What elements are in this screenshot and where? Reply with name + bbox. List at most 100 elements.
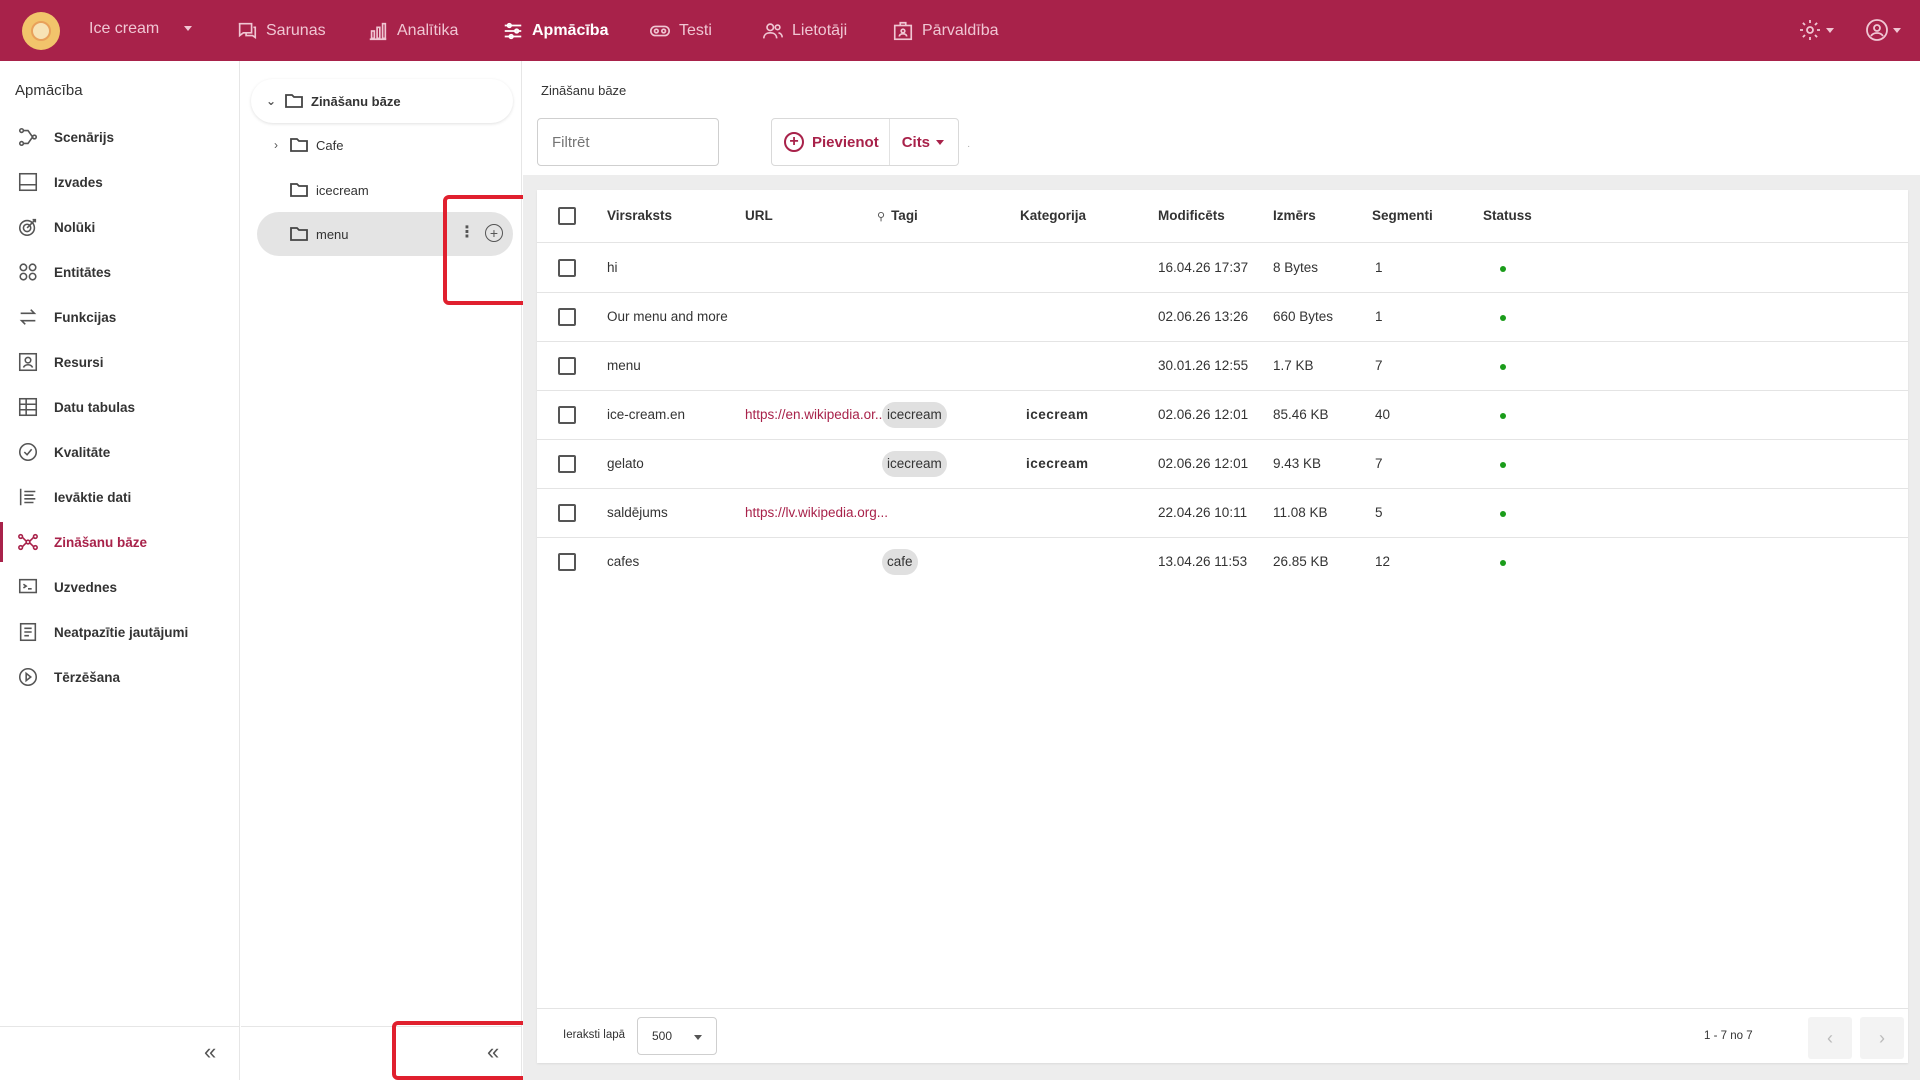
- sidebar-item-ievaktie-dati[interactable]: Ievāktie dati: [0, 477, 239, 517]
- table-row[interactable]: ice-cream.en https://en.wikipedia.or... …: [537, 391, 1908, 440]
- folder-icon: [290, 138, 308, 152]
- chevron-down-icon: [1893, 27, 1901, 33]
- select-all-checkbox[interactable]: [558, 207, 576, 225]
- column-header-category[interactable]: Kategorija: [1020, 208, 1086, 223]
- prev-page-button[interactable]: ‹: [1808, 1017, 1852, 1059]
- nav-lietotaji[interactable]: Lietotāji: [762, 0, 847, 61]
- user-menu[interactable]: [1865, 18, 1901, 42]
- table-row[interactable]: saldējums https://lv.wikipedia.org... 22…: [537, 489, 1908, 538]
- cell-size: 85.46 KB: [1273, 407, 1329, 422]
- chevron-right-icon[interactable]: ›: [268, 138, 284, 152]
- nav-sarunas[interactable]: Sarunas: [236, 0, 326, 61]
- sidebar-item-resursi[interactable]: Resursi: [0, 342, 239, 382]
- status-indicator: [1500, 560, 1506, 566]
- cell-modified: 30.01.26 12:55: [1158, 358, 1249, 373]
- cell-title[interactable]: Our menu and more: [607, 309, 728, 324]
- more-button[interactable]: Cits: [890, 119, 958, 165]
- nav-parvaldiba[interactable]: Pārvaldība: [892, 0, 999, 61]
- table-row[interactable]: hi 16.04.26 17:37 8 Bytes 1: [537, 244, 1908, 293]
- row-checkbox[interactable]: [558, 504, 576, 522]
- column-header-segments[interactable]: Segmenti: [1372, 208, 1433, 223]
- sidebar-item-terzesana[interactable]: Tērzēšana: [0, 657, 239, 697]
- knowledge-icon: [18, 533, 38, 551]
- separator: ·: [967, 141, 971, 152]
- cell-segments: 1: [1375, 260, 1383, 275]
- tree-node-cafe[interactable]: › Cafe: [241, 123, 522, 167]
- row-checkbox[interactable]: [558, 406, 576, 424]
- table-row[interactable]: Our menu and more 02.06.26 13:26 660 Byt…: [537, 293, 1908, 342]
- nav-testi[interactable]: Testi: [649, 0, 712, 61]
- cell-modified: 16.04.26 17:37: [1158, 260, 1249, 275]
- table-icon: [18, 397, 38, 417]
- nav-label: Lietotāji: [792, 21, 848, 39]
- sidebar-item-entitates[interactable]: Entitātes: [0, 252, 239, 292]
- column-header-modified[interactable]: Modificēts: [1158, 208, 1225, 223]
- collapse-sidebar-icon[interactable]: «: [204, 1041, 216, 1063]
- settings-menu[interactable]: [1798, 18, 1834, 42]
- column-header-title[interactable]: Virsraksts: [607, 208, 672, 223]
- sidebar-item-kvalitate[interactable]: Kvalitāte: [0, 432, 239, 472]
- chevron-down-icon[interactable]: [184, 26, 192, 31]
- pagination-range: 1 - 7 no 7: [1704, 1030, 1753, 1042]
- cell-title[interactable]: hi: [607, 260, 618, 275]
- cell-title[interactable]: ice-cream.en: [607, 407, 685, 422]
- tag-chip[interactable]: icecream: [882, 402, 947, 428]
- more-button-label: Cits: [901, 133, 931, 151]
- cell-title[interactable]: gelato: [607, 456, 644, 471]
- cell-title[interactable]: menu: [607, 358, 641, 373]
- output-icon: [18, 172, 38, 192]
- chevron-down-icon: [936, 139, 945, 145]
- column-header-url[interactable]: URL: [745, 208, 773, 223]
- nav-apmaciba[interactable]: Apmācība: [502, 0, 608, 61]
- sidebar-item-scenarijs[interactable]: Scenārijs: [0, 117, 239, 157]
- chat-icon: [238, 22, 257, 39]
- top-bar: Ice cream Sarunas Analītika Apmācība Tes…: [0, 0, 1920, 61]
- cell-title[interactable]: saldējums: [607, 505, 668, 520]
- column-header-tags[interactable]: ⚲ Tagi: [877, 208, 918, 223]
- tag-chip[interactable]: icecream: [882, 451, 947, 477]
- sidebar-item-label: Entitātes: [54, 264, 112, 280]
- nav-analitika[interactable]: Analītika: [367, 0, 458, 61]
- row-checkbox[interactable]: [558, 455, 576, 473]
- table-row[interactable]: gelato icecream icecream 02.06.26 12:01 …: [537, 440, 1908, 489]
- app-logo[interactable]: [22, 12, 60, 50]
- next-page-button[interactable]: ›: [1860, 1017, 1904, 1059]
- entities-icon: [19, 263, 37, 281]
- cell-size: 8 Bytes: [1273, 260, 1319, 275]
- sidebar-item-zinasanu-baze[interactable]: Zināšanu bāze: [0, 522, 239, 562]
- tree-root[interactable]: ⌄ Zināšanu bāze: [251, 79, 513, 123]
- table-row[interactable]: cafes cafe 13.04.26 11:53 26.85 KB 12: [537, 538, 1908, 587]
- sidebar-item-noluki[interactable]: Nolūki: [0, 207, 239, 247]
- status-indicator: [1500, 266, 1506, 272]
- app-selector[interactable]: Ice cream: [89, 20, 159, 38]
- status-indicator: [1500, 315, 1506, 321]
- test-icon: [650, 25, 670, 36]
- sidebar-item-funkcijas[interactable]: Funkcijas: [0, 297, 239, 337]
- cell-category: icecream: [1026, 407, 1089, 422]
- sidebar: Apmācība Scenārijs Izvades Nolūki Entitā…: [0, 61, 240, 1080]
- column-header-status[interactable]: Statuss: [1483, 208, 1532, 223]
- row-checkbox[interactable]: [558, 259, 576, 277]
- chevron-down-icon[interactable]: ⌄: [263, 94, 279, 108]
- column-header-size[interactable]: Izmērs: [1273, 208, 1316, 223]
- status-indicator: [1500, 511, 1506, 517]
- swap-icon: [19, 309, 37, 325]
- row-checkbox[interactable]: [558, 308, 576, 326]
- row-checkbox[interactable]: [558, 553, 576, 571]
- add-button[interactable]: + Pievienot: [772, 119, 890, 165]
- filter-input[interactable]: [537, 118, 719, 166]
- per-page-select[interactable]: 500: [637, 1017, 717, 1055]
- sidebar-item-uzvednes[interactable]: Uzvednes: [0, 567, 239, 607]
- sidebar-item-izvades[interactable]: Izvades: [0, 162, 239, 202]
- cell-title[interactable]: cafes: [607, 554, 639, 569]
- cell-url-link[interactable]: https://lv.wikipedia.org...: [745, 505, 897, 520]
- sidebar-item-label: Tērzēšana: [54, 669, 121, 685]
- nav-label: Pārvaldība: [922, 21, 999, 39]
- row-checkbox[interactable]: [558, 357, 576, 375]
- sidebar-item-neatpazitie[interactable]: Neatpazītie jautājumi: [0, 612, 239, 652]
- tag-chip[interactable]: cafe: [882, 549, 918, 575]
- table-row[interactable]: menu 30.01.26 12:55 1.7 KB 7: [537, 342, 1908, 391]
- cell-category: icecream: [1026, 456, 1089, 471]
- cell-url-link[interactable]: https://en.wikipedia.or...: [745, 407, 897, 422]
- sidebar-item-datu-tabulas[interactable]: Datu tabulas: [0, 387, 239, 427]
